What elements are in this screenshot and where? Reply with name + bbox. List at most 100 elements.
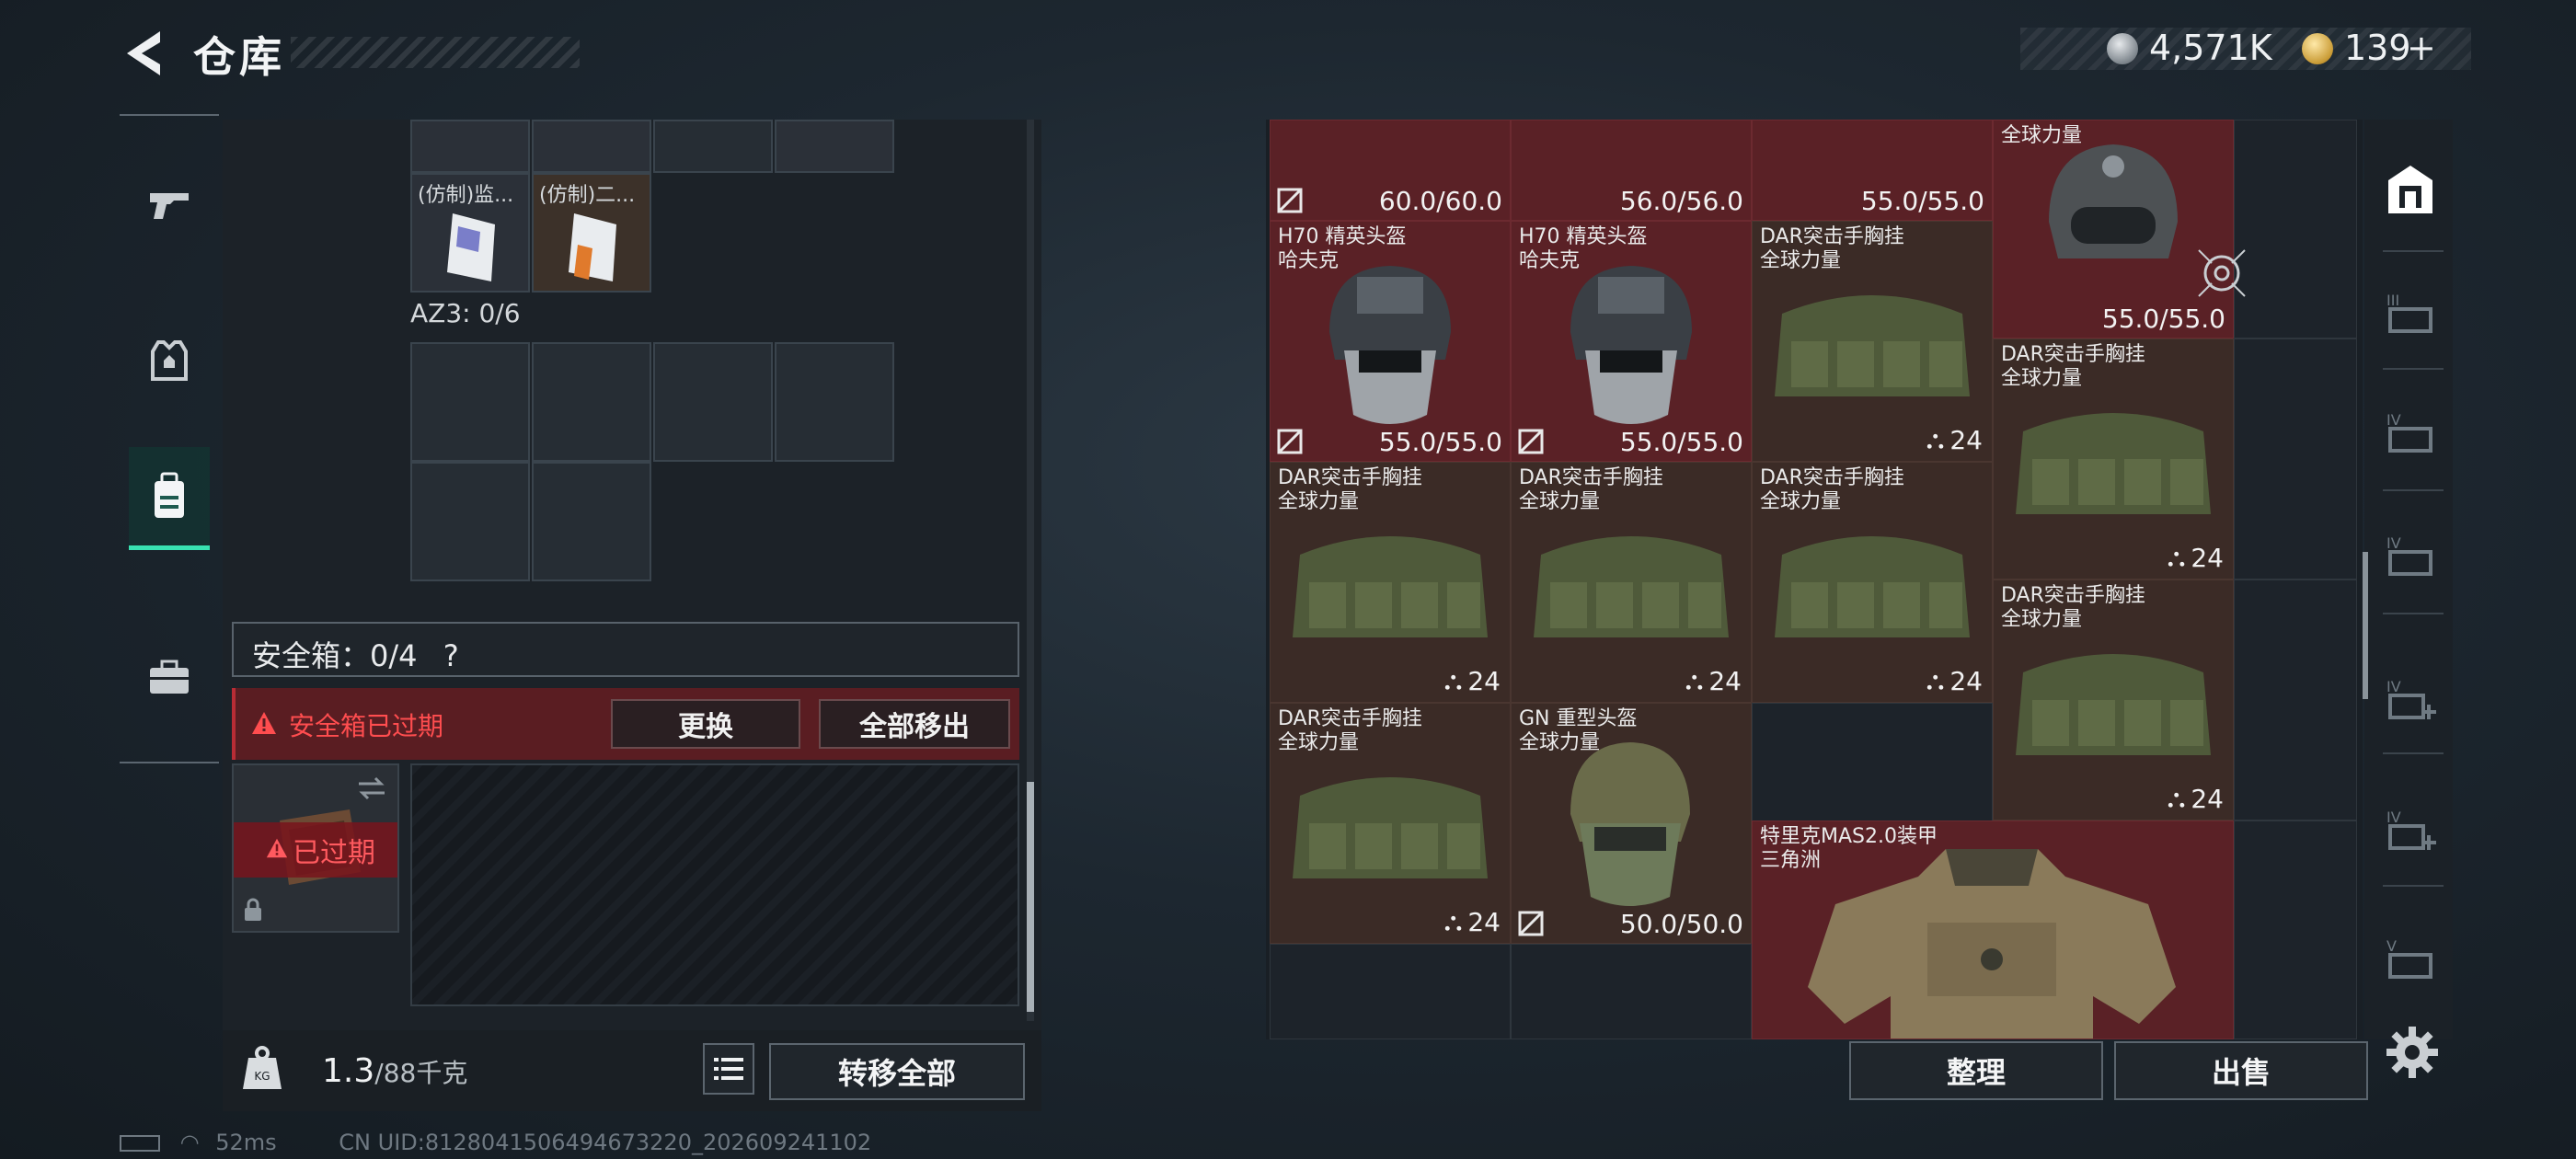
nav-weapons[interactable] [129,153,210,256]
ammo-icon: ⛬ [1443,906,1463,936]
replace-button[interactable]: 更换 [611,699,800,749]
ammo-icon: ⛬ [1443,665,1463,695]
az3-slot[interactable] [775,342,894,462]
grid-item-dar-chest-rig[interactable]: DAR突击手胸挂 全球力量 ⛬ 24 [1270,462,1511,703]
divider [2383,250,2444,252]
helmet-icon [1570,266,1692,424]
unbound-icon [1518,429,1544,454]
svg-text:IV: IV [2386,678,2401,695]
silver-currency-value: 4,571K [2149,28,2272,68]
grid-empty[interactable] [1270,944,1511,1039]
grid-item-dar-chest-rig[interactable]: DAR突击手胸挂 全球力量 ⛬ 24 [1752,462,1993,703]
transfer-all-button[interactable]: 转移全部 [769,1043,1025,1100]
az3-slot[interactable] [532,462,651,581]
expired-warning-text: 安全箱已过期 [289,711,444,741]
grid-empty[interactable] [2234,120,2357,339]
safe-box-label: 安全箱：0/4 ? [252,638,459,673]
grid-item-dar-chest-rig[interactable]: DAR突击手胸挂 全球力量 ⛬ 24 [1752,221,1993,462]
document-item-icon [569,213,616,281]
gear-icon[interactable] [2383,1023,2442,1082]
remove-all-button[interactable]: 全部移出 [819,699,1010,749]
swap-icon [359,776,385,800]
ammo-icon: ⛬ [1926,424,1945,454]
item-slot-imitation-1[interactable]: (仿制)监... [410,173,530,293]
grid-item-dar-chest-rig[interactable]: DAR突击手胸挂 全球力量 ⛬ 24 [1270,703,1511,944]
ping-value: 52ms [215,1130,277,1155]
storage-scrollbar[interactable] [1027,120,1034,1021]
tier-4-case-icon[interactable]: IV [2383,405,2438,460]
chest-rig-icon [1293,777,1488,878]
chest-rig-icon [1293,536,1488,637]
divider [2383,885,2444,887]
nav-toolbox[interactable] [129,625,210,729]
divider [2383,613,2444,614]
back-arrow-icon[interactable] [120,28,166,79]
item-slot[interactable] [410,120,530,173]
warning-icon [266,838,288,858]
chest-rig-icon [1775,295,1970,396]
az3-capacity-label: AZ3: 0/6 [410,298,521,328]
add-currency-button[interactable]: + [2407,28,2436,68]
grid-item-dar-chest-rig[interactable]: DAR突击手胸挂 全球力量 ⛬ 24 [1993,580,2234,820]
safehouse-icon[interactable] [2383,162,2438,217]
help-icon[interactable]: ? [443,638,459,673]
svg-text:IV: IV [2386,809,2401,826]
lock-icon [245,898,261,921]
grid-item-dar-chest-rig[interactable]: DAR突击手胸挂 全球力量 ⛬ 24 [1511,462,1752,703]
grid-empty[interactable] [2234,820,2357,1039]
grid-item-mas-armor[interactable]: 特里克MAS2.0装甲 三角洲 [1752,820,2234,1039]
helmet-icon [1570,742,1690,906]
grid-empty[interactable] [2234,339,2357,580]
sell-button[interactable]: 出售 [2114,1041,2368,1100]
grid-empty[interactable] [1511,944,1752,1039]
silver-coin-icon [2107,33,2138,64]
tier-3-case-icon[interactable]: III [2383,285,2438,340]
tier-5-case-icon[interactable]: V [2383,931,2438,986]
az3-slot[interactable] [653,342,773,462]
armor-icon [1808,849,2176,1039]
grid-empty[interactable] [2234,580,2357,820]
organize-button[interactable]: 整理 [1849,1041,2103,1100]
grid-item-helmet[interactable]: 55.0/55.0 [1752,120,1993,221]
grid-item-helmet-global[interactable]: 全球力量 55.0/55.0 [1993,120,2234,339]
ammo-icon: ⛬ [2167,783,2186,813]
target-icon[interactable] [2190,241,2254,305]
az3-slot[interactable] [410,462,530,581]
grid-item-dar-chest-rig[interactable]: DAR突击手胸挂 全球力量 ⛬ 24 [1993,339,2234,580]
grid-item-h70-helmet[interactable]: H70 精英头盔 哈夫克 55.0/55.0 [1270,221,1511,462]
item-slot[interactable] [653,120,773,173]
weight-icon: KG [243,1046,282,1089]
gold-coin-icon [2302,33,2333,64]
az3-slot[interactable] [410,342,530,462]
expired-badge: 已过期 [293,837,375,869]
backpack-icon [155,472,184,518]
title-decoration [291,37,580,68]
tier-4-case-add-icon[interactable]: IV [2383,671,2438,727]
toolbox-icon [150,660,189,694]
armor-vest-icon [151,340,188,381]
grid-item-helmet[interactable]: 60.0/60.0 [1270,120,1511,221]
battery-icon [120,1135,160,1152]
chest-rig-icon [2016,654,2211,755]
nav-backpack[interactable] [129,447,210,550]
tier-4-case-add-icon[interactable]: IV [2383,802,2438,857]
list-icon [714,1058,743,1080]
tier-4-case-icon[interactable]: IV [2383,528,2438,583]
item-slot[interactable] [775,120,894,173]
ammo-icon: ⛬ [2167,542,2186,572]
list-view-button[interactable] [703,1043,754,1095]
document-item-icon [447,213,495,281]
helmet-icon [1329,266,1451,424]
grid-item-gn-heavy-helmet[interactable]: GN 重型头盔 全球力量 50.0/50.0 [1511,703,1752,944]
az3-slot[interactable] [532,342,651,462]
warning-icon [252,712,276,734]
item-slot-imitation-2[interactable]: (仿制)二... [532,173,651,293]
nav-armor[interactable] [129,309,210,412]
grid-item-helmet[interactable]: 56.0/56.0 [1511,120,1752,221]
gold-currency-value: 139 [2344,28,2411,68]
svg-text:III: III [2386,292,2399,309]
item-slot[interactable] [532,120,651,173]
safe-box-slots[interactable] [410,763,1019,1006]
helmet-icon [2049,144,2178,258]
grid-item-h70-helmet[interactable]: H70 精英头盔 哈夫克 55.0/55.0 [1511,221,1752,462]
